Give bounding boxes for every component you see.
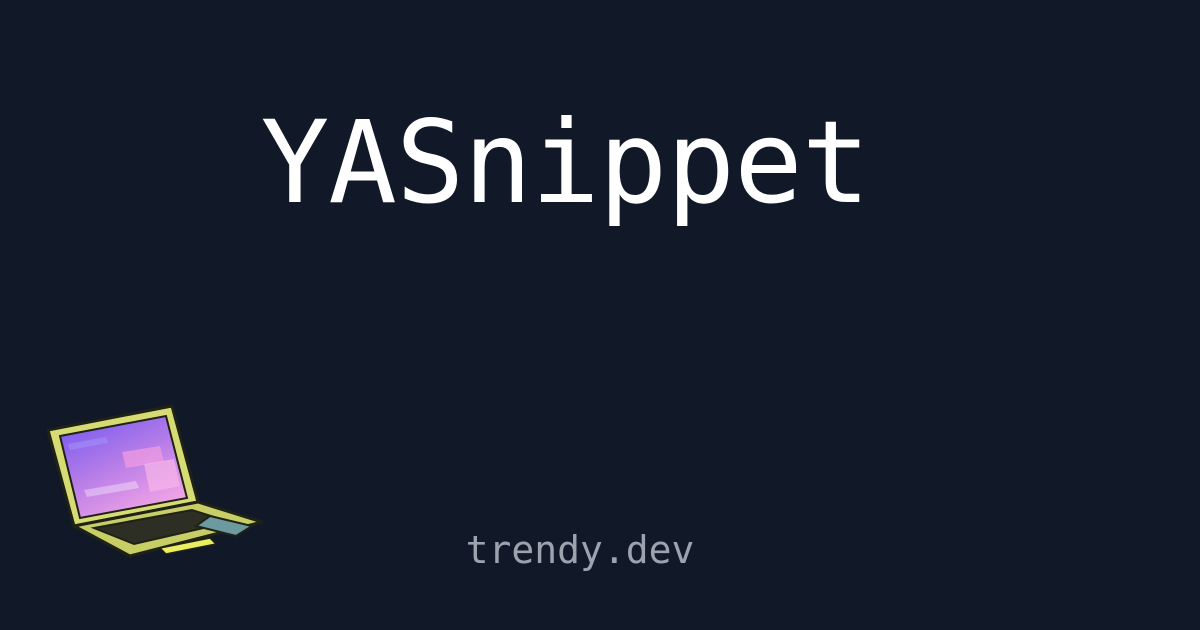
share-card: YASnippet trendy.dev <box>0 0 1200 630</box>
page-title: YASnippet <box>260 96 871 229</box>
site-domain: trendy.dev <box>465 528 695 572</box>
laptop-icon <box>46 404 264 558</box>
